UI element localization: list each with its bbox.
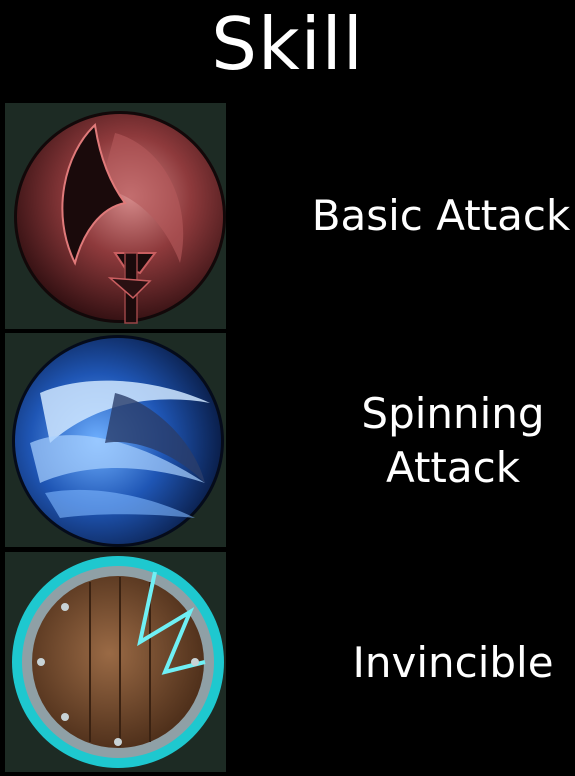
skill-icon-frame [5,103,226,329]
skill-icon-frame [5,552,226,772]
spin-slash-icon [12,335,224,547]
shield-icon [12,556,224,768]
axe-icon [14,111,226,324]
page-title: Skill [211,2,364,86]
skill-row-spinning-attack: Spinning Attack [0,333,575,547]
skill-label: Invincible [352,638,554,687]
skill-label: Spinning Attack [361,389,545,492]
skill-row-invincible: Invincible [0,552,575,772]
skill-label: Basic Attack [311,191,571,240]
skill-icon-frame [5,333,226,547]
skill-row-basic-attack: Basic Attack [0,103,575,329]
